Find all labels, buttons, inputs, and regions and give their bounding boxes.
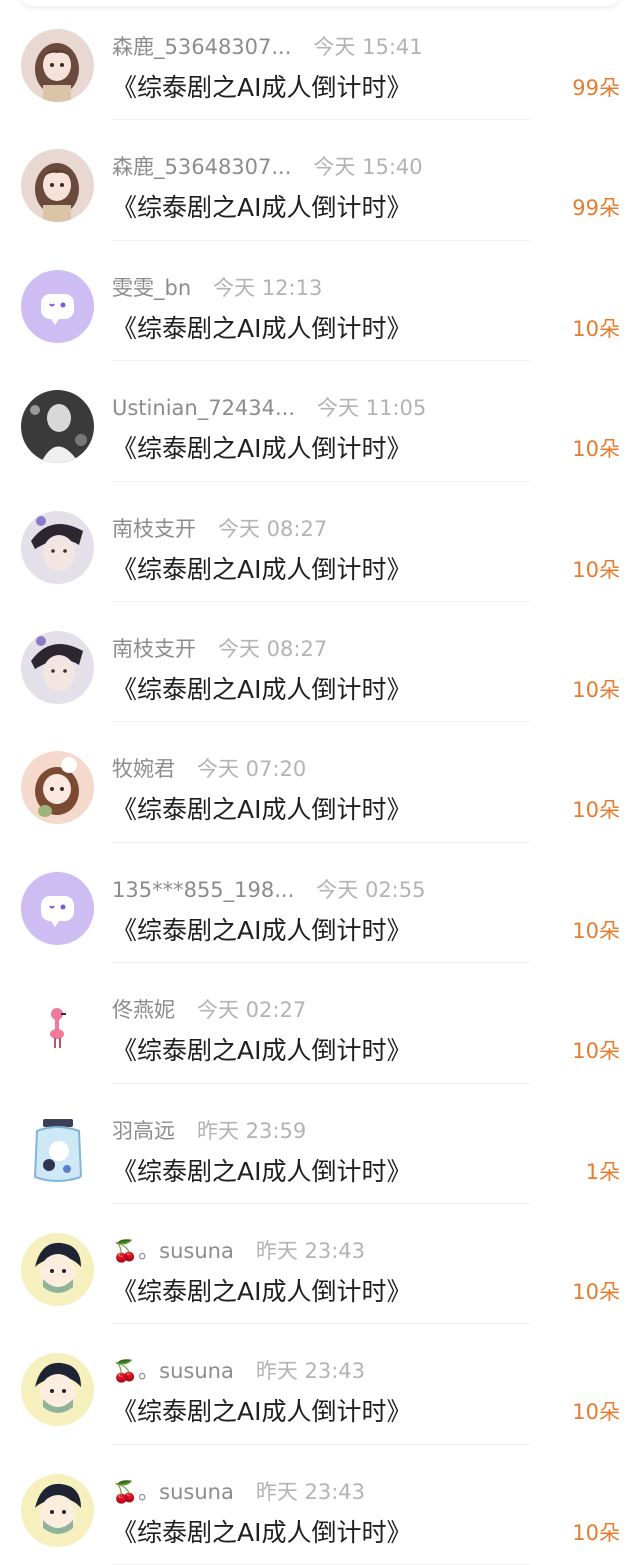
timestamp: 昨天 23:59 (197, 1118, 307, 1143)
avatar[interactable] (21, 390, 94, 464)
timestamp: 今天 08:27 (218, 636, 328, 661)
book-title: 《综泰剧之AI成人倒计时》 (112, 193, 412, 223)
timestamp: 今天 11:05 (317, 396, 427, 421)
row-meta: 森鹿_53648307... 今天 15:41 (112, 31, 423, 61)
avatar[interactable] (21, 1232, 94, 1306)
row-meta: 雯雯_bn 今天 12:13 (112, 272, 322, 302)
list-item[interactable]: 🍒。susuna 昨天 23:43 《综泰剧之AI成人倒计时》 10朵 (0, 1445, 640, 1565)
avatar[interactable] (21, 29, 94, 102)
flower-count: 10朵 (572, 918, 620, 943)
timestamp: 昨天 23:43 (255, 1479, 366, 1504)
row-meta: 牧婉君 今天 07:20 (112, 753, 306, 783)
list-item[interactable]: 森鹿_53648307... 今天 15:41 《综泰剧之AI成人倒计时》 99… (0, 0, 640, 121)
flower-count: 10朵 (572, 1039, 620, 1064)
user-name[interactable]: 佟燕妮 (112, 994, 175, 1024)
avatar[interactable] (21, 510, 94, 584)
list-item[interactable]: 🍒。susuna 昨天 23:43 《综泰剧之AI成人倒计时》 10朵 (0, 1324, 640, 1445)
list-item[interactable]: 羽高远 昨天 23:59 《综泰剧之AI成人倒计时》 1朵 (0, 1084, 640, 1204)
row-meta: 南枝支开 今天 08:27 (112, 513, 327, 543)
list-item[interactable]: 佟燕妮 今天 02:27 《综泰剧之AI成人倒计时》 10朵 (0, 963, 640, 1084)
book-title: 《综泰剧之AI成人倒计时》 (112, 1397, 412, 1427)
avatar[interactable] (21, 630, 94, 704)
user-name[interactable]: 森鹿_53648307... (112, 31, 291, 61)
list-item[interactable]: Ustinian_72434... 今天 11:05 《综泰剧之AI成人倒计时》… (0, 361, 640, 482)
book-title: 《综泰剧之AI成人倒计时》 (112, 434, 412, 464)
list-item[interactable]: 雯雯_bn 今天 12:13 《综泰剧之AI成人倒计时》 10朵 (0, 241, 640, 362)
row-meta: 135***855_198... 今天 02:55 (112, 874, 425, 904)
list-item[interactable]: 森鹿_53648307... 今天 15:40 《综泰剧之AI成人倒计时》 99… (0, 120, 640, 241)
user-name[interactable]: 135***855_198... (112, 878, 294, 902)
user-name[interactable]: 森鹿_53648307... (112, 151, 291, 181)
flower-count: 99朵 (572, 196, 620, 221)
timestamp: 今天 15:41 (313, 35, 423, 59)
flower-count: 10朵 (572, 1400, 620, 1425)
book-title: 《综泰剧之AI成人倒计时》 (112, 795, 412, 825)
flower-count: 10朵 (572, 1279, 620, 1304)
book-title: 《综泰剧之AI成人倒计时》 (112, 73, 412, 102)
gift-record-list: 森鹿_53648307... 今天 15:41 《综泰剧之AI成人倒计时》 99… (0, 0, 640, 1565)
user-name[interactable]: 南枝支开 (112, 513, 196, 543)
row-meta: 🍒。susuna 昨天 23:43 (112, 1476, 365, 1506)
user-name[interactable]: 雯雯_bn (112, 272, 191, 302)
book-title: 《综泰剧之AI成人倒计时》 (112, 1517, 412, 1547)
timestamp: 今天 02:55 (316, 877, 426, 902)
row-meta: 森鹿_53648307... 今天 15:40 (112, 151, 423, 181)
avatar[interactable] (21, 149, 94, 223)
user-name[interactable]: 🍒。susuna (112, 1235, 234, 1265)
timestamp: 今天 12:13 (213, 275, 323, 300)
row-meta: 🍒。susuna 昨天 23:43 (112, 1355, 365, 1385)
flower-count: 10朵 (572, 316, 620, 341)
book-title: 《综泰剧之AI成人倒计时》 (112, 674, 412, 704)
list-item[interactable]: 南枝支开 今天 08:27 《综泰剧之AI成人倒计时》 10朵 (0, 482, 640, 602)
user-name[interactable]: 🍒。susuna (112, 1476, 234, 1506)
user-name[interactable]: 🍒。susuna (112, 1355, 234, 1385)
book-title: 《综泰剧之AI成人倒计时》 (112, 1156, 412, 1186)
flower-count: 10朵 (572, 1520, 620, 1545)
timestamp: 今天 02:27 (197, 998, 307, 1023)
avatar[interactable] (21, 751, 94, 825)
list-item[interactable]: 🍒。susuna 昨天 23:43 《综泰剧之AI成人倒计时》 10朵 (0, 1204, 640, 1325)
avatar[interactable] (21, 1353, 94, 1427)
avatar[interactable] (21, 1112, 94, 1186)
flower-count: 10朵 (572, 437, 620, 462)
book-title: 《综泰剧之AI成人倒计时》 (112, 1276, 412, 1306)
user-name[interactable]: 牧婉君 (112, 753, 175, 783)
timestamp: 昨天 23:43 (255, 1359, 366, 1384)
list-item[interactable]: 南枝支开 今天 08:27 《综泰剧之AI成人倒计时》 10朵 (0, 602, 640, 723)
user-name[interactable]: 南枝支开 (112, 633, 196, 663)
avatar[interactable] (21, 992, 94, 1066)
row-meta: 🍒。susuna 昨天 23:43 (112, 1235, 365, 1265)
avatar[interactable] (21, 1473, 94, 1547)
timestamp: 今天 07:20 (197, 757, 307, 782)
flower-count: 10朵 (572, 677, 620, 702)
row-meta: 羽高远 昨天 23:59 (112, 1115, 306, 1145)
row-meta: 南枝支开 今天 08:27 (112, 633, 327, 663)
book-title: 《综泰剧之AI成人倒计时》 (112, 554, 412, 584)
row-meta: Ustinian_72434... 今天 11:05 (112, 392, 426, 422)
timestamp: 今天 15:40 (313, 155, 423, 180)
avatar[interactable] (21, 269, 94, 343)
timestamp: 今天 08:27 (218, 516, 328, 541)
flower-count: 1朵 (585, 1159, 620, 1184)
avatar[interactable] (21, 871, 94, 945)
row-meta: 佟燕妮 今天 02:27 (112, 994, 306, 1024)
user-name[interactable]: Ustinian_72434... (112, 396, 295, 420)
timestamp: 昨天 23:43 (255, 1238, 366, 1263)
book-title: 《综泰剧之AI成人倒计时》 (112, 915, 412, 945)
list-item[interactable]: 135***855_198... 今天 02:55 《综泰剧之AI成人倒计时》 … (0, 843, 640, 964)
flower-count: 99朵 (572, 76, 620, 100)
flower-count: 10朵 (572, 557, 620, 582)
book-title: 《综泰剧之AI成人倒计时》 (112, 1036, 412, 1066)
list-item[interactable]: 牧婉君 今天 07:20 《综泰剧之AI成人倒计时》 10朵 (0, 722, 640, 843)
flower-count: 10朵 (572, 798, 620, 823)
book-title: 《综泰剧之AI成人倒计时》 (112, 313, 412, 343)
user-name[interactable]: 羽高远 (112, 1115, 175, 1145)
